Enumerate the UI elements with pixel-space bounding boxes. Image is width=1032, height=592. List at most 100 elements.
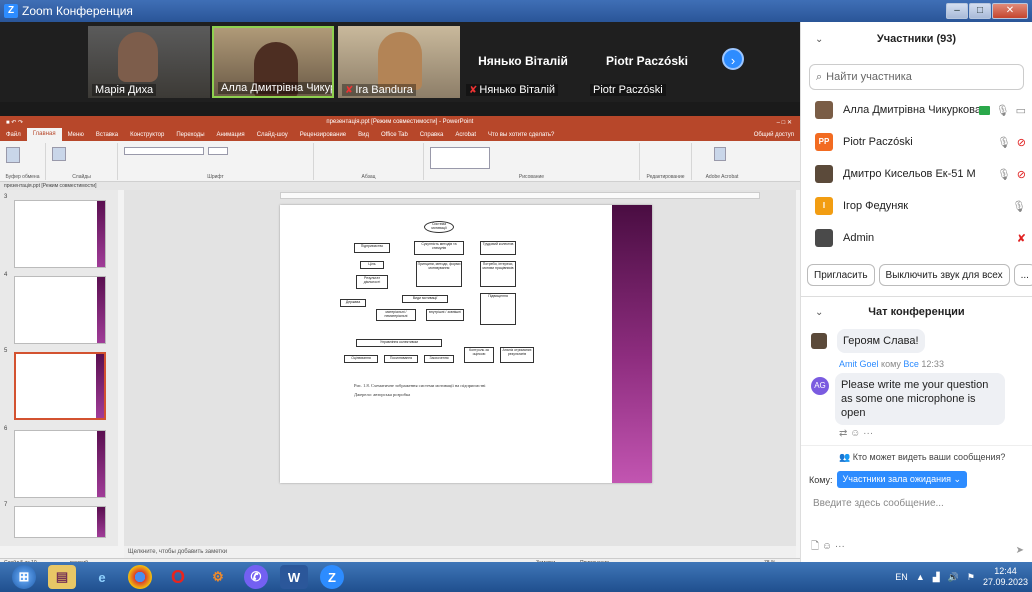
- screen-share-icon: [978, 105, 990, 115]
- word-icon[interactable]: W: [280, 565, 308, 589]
- recipient-bar: Кому: Участники зала ожидания ⌄: [801, 463, 1032, 488]
- tile-name: ✘ Ira Bandura: [342, 84, 416, 96]
- video-tile[interactable]: ✘ Ira Bandura: [338, 26, 460, 98]
- ppt-window-controls[interactable]: – □ ✕: [777, 119, 800, 126]
- notes-pane[interactable]: Щелкните, чтобы добавить заметки: [124, 546, 796, 558]
- video-tile[interactable]: Нянько Віталій ✘ Нянько Віталій: [462, 26, 584, 98]
- mute-all-button[interactable]: Выключить звук для всех: [878, 264, 1010, 286]
- ppt-tab[interactable]: Меню: [62, 132, 90, 138]
- ribbon-group-clipboard: Буфер обмена: [0, 143, 46, 180]
- ppt-tab[interactable]: Вставка: [90, 132, 124, 138]
- slide-thumbnail[interactable]: [14, 200, 106, 268]
- participants-list: Алла Дмитрівна Чикуркова 🎙 ▭ PP Piotr Pac…: [801, 94, 1032, 254]
- current-slide[interactable]: Система мотивації Підприємство Сукупніст…: [280, 205, 652, 483]
- chat-message-input[interactable]: Введите здесь сообщение...: [801, 488, 1032, 509]
- chevron-down-icon[interactable]: ⌄: [815, 34, 823, 45]
- chat-message: Героям Слава!: [801, 327, 1032, 353]
- who-can-see-link[interactable]: 👥 Кто может видеть ваши сообщения?: [801, 445, 1032, 463]
- ribbon-group-drawing: Рисование: [424, 143, 640, 180]
- ppt-tab[interactable]: Анимация: [211, 132, 251, 138]
- slide-canvas: Система мотивації Підприємство Сукупніст…: [124, 190, 796, 546]
- participant-row[interactable]: I Ігор Федуняк 🎙: [801, 190, 1032, 222]
- acrobat-icon[interactable]: [714, 147, 726, 161]
- zoom-logo-icon: Z: [4, 4, 18, 18]
- zoom-taskbar-icon[interactable]: Z: [320, 565, 344, 589]
- video-tile-active-speaker[interactable]: Алла Дмитрівна Чикурк...: [212, 26, 334, 98]
- participant-row[interactable]: Дмитро Кисельов Ек-51 М 🎙 ⊘: [801, 158, 1032, 190]
- paste-icon[interactable]: [6, 147, 20, 163]
- camera-off-icon: ⊘: [1016, 136, 1026, 149]
- file-icon[interactable]: 🗋: [811, 541, 819, 552]
- camera-icon: ▭: [1015, 104, 1026, 117]
- chrome-icon[interactable]: [128, 565, 152, 589]
- ppt-tab[interactable]: Переходы: [170, 132, 210, 138]
- participant-row[interactable]: Admin ✘: [801, 222, 1032, 254]
- participant-row[interactable]: Алла Дмитрівна Чикуркова 🎙 ▭: [801, 94, 1032, 126]
- ppt-share-button[interactable]: Общий доступ: [748, 132, 800, 138]
- system-tray: EN ▲ ▟ 🔊 ⚑ 12:44 27.09.2023: [895, 562, 1028, 592]
- opera-icon[interactable]: O: [164, 565, 192, 589]
- recipient-select[interactable]: Участники зала ожидания ⌄: [836, 471, 968, 488]
- reply-icon[interactable]: ⇄: [839, 428, 847, 439]
- next-page-arrow-icon[interactable]: ›: [722, 48, 744, 70]
- font-family-select[interactable]: [124, 147, 204, 155]
- video-tile[interactable]: Piotr Paczóski Piotr Paczóski: [586, 26, 708, 98]
- more-button[interactable]: ...: [1013, 264, 1032, 286]
- shapes-gallery[interactable]: [430, 147, 490, 169]
- slide-thumbnail[interactable]: [14, 276, 106, 344]
- chat-message: AG Please write me your question as some…: [801, 369, 1032, 425]
- slide-thumbnail[interactable]: [14, 506, 106, 538]
- ribbon-group-acrobat: Adobe Acrobat: [692, 143, 752, 180]
- ribbon-group-slides: Слайды: [46, 143, 118, 180]
- ppt-tab[interactable]: Рецензирование: [294, 132, 352, 138]
- ppt-quick-access-icon[interactable]: ■ ↶ ↷: [0, 119, 23, 126]
- ppt-tab[interactable]: Файл: [0, 132, 27, 138]
- ppt-tab[interactable]: Вид: [352, 132, 375, 138]
- tile-name: ✘ Нянько Віталій: [466, 84, 559, 96]
- slide-thumbnail-selected[interactable]: [14, 352, 106, 420]
- ppt-tab[interactable]: Справка: [414, 132, 450, 138]
- new-slide-icon[interactable]: [52, 147, 66, 161]
- emoji-icon[interactable]: ☺: [822, 541, 832, 552]
- internet-explorer-icon[interactable]: e: [88, 565, 116, 589]
- ribbon-group-paragraph: Абзац: [314, 143, 424, 180]
- network-icon[interactable]: ▟: [933, 572, 940, 583]
- participant-video: [118, 32, 158, 82]
- app-icon[interactable]: ⚙: [204, 565, 232, 589]
- language-indicator[interactable]: EN: [895, 572, 908, 582]
- chevron-down-icon[interactable]: ⌄: [815, 307, 823, 318]
- ppt-tab[interactable]: Acrobat: [449, 132, 482, 138]
- font-size-select[interactable]: [208, 147, 228, 155]
- send-icon[interactable]: ➤: [1016, 545, 1024, 556]
- clock[interactable]: 12:44 27.09.2023: [983, 566, 1028, 588]
- avatar: [815, 101, 833, 119]
- minimize-button[interactable]: –: [946, 3, 968, 19]
- participant-video: [378, 32, 422, 90]
- mic-icon: 🎙: [996, 136, 1011, 149]
- ppt-tab-active[interactable]: Главная: [26, 128, 62, 141]
- video-tile[interactable]: Марія Диха: [88, 26, 210, 98]
- ppt-tab[interactable]: Office Tab: [375, 132, 414, 138]
- ppt-tab[interactable]: Слайд-шоу: [251, 132, 294, 138]
- close-button[interactable]: ✕: [992, 3, 1028, 19]
- participant-row[interactable]: PP Piotr Paczóski 🎙 ⊘: [801, 126, 1032, 158]
- tile-name: Марія Диха: [92, 84, 157, 96]
- explorer-icon[interactable]: ▤: [48, 565, 76, 589]
- taskbar: ⊞ ▤ e O ⚙ ✆ W Z EN ▲ ▟ 🔊 ⚑ 12:44 27.09.2…: [0, 562, 1032, 592]
- more-icon[interactable]: ···: [863, 428, 873, 439]
- ppt-file-tab[interactable]: презентація.ppt [Режим совместимости]: [0, 182, 800, 190]
- ppt-tab[interactable]: Конструктор: [124, 132, 170, 138]
- slide-thumbnail[interactable]: [14, 430, 106, 498]
- tray-arrow-icon[interactable]: ▲: [916, 572, 925, 582]
- more-icon[interactable]: ···: [835, 541, 845, 552]
- participant-search-input[interactable]: ⌕ Найти участника: [809, 64, 1024, 90]
- volume-icon[interactable]: 🔊: [948, 572, 959, 583]
- flag-icon[interactable]: ⚑: [967, 572, 975, 583]
- maximize-button[interactable]: □: [969, 3, 991, 19]
- invite-button[interactable]: Пригласить: [807, 264, 875, 286]
- ppt-tell-me[interactable]: Что вы хотите сделать?: [482, 132, 560, 138]
- emoji-icon[interactable]: ☺: [850, 428, 860, 439]
- ppt-ribbon: Буфер обмена Слайды Шрифт Абзац Рисовани…: [0, 141, 800, 182]
- start-button-icon[interactable]: ⊞: [12, 565, 36, 589]
- viber-icon[interactable]: ✆: [244, 565, 268, 589]
